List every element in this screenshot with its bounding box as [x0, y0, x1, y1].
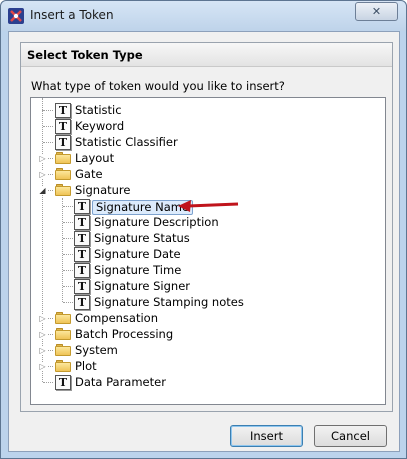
tree-child-item[interactable]: T Signature Signer [31, 279, 381, 295]
folder-icon [55, 151, 71, 166]
tree-item-label: Keyword [75, 119, 125, 133]
insert-button[interactable]: Insert [230, 425, 303, 447]
expand-arrow-icon[interactable]: ▷ [38, 362, 47, 371]
tree-item-label: Batch Processing [75, 327, 174, 341]
tree-item[interactable]: System [31, 343, 381, 359]
collapse-arrow-icon[interactable]: ◢ [38, 186, 47, 195]
close-icon: ✕ [371, 5, 382, 18]
dialog-body: Select Token Type What type of token wou… [8, 31, 400, 452]
folder-icon [55, 343, 71, 358]
tree-item-label: Compensation [75, 311, 158, 325]
folder-icon [55, 183, 71, 198]
token-icon: T [74, 199, 90, 214]
token-icon: T [74, 215, 90, 230]
tree-item[interactable]: Plot [31, 359, 381, 375]
tree-connector [62, 198, 63, 302]
tree-item-label: Plot [75, 359, 97, 373]
tree-child-item[interactable]: T Signature Time [31, 263, 381, 279]
tree-child-item[interactable]: T Signature Description [31, 215, 381, 231]
expand-arrow-icon[interactable]: ▷ [38, 154, 47, 163]
close-button[interactable]: ✕ [355, 2, 398, 21]
token-icon: T [55, 375, 71, 390]
tree-item[interactable]: T Keyword [31, 119, 381, 135]
cancel-button[interactable]: Cancel [314, 425, 387, 447]
folder-icon [55, 327, 71, 342]
tree-item-label: Statistic Classifier [75, 135, 178, 149]
token-tree[interactable]: T Statistic T Keyword T Statistic Classifier L… [30, 97, 386, 405]
token-icon: T [55, 103, 71, 118]
tree-item[interactable]: Signature [31, 183, 381, 199]
tree-item[interactable]: Gate [31, 167, 381, 183]
tree-item-label: Gate [75, 167, 103, 181]
tree-child-item[interactable]: T Signature Status [31, 231, 381, 247]
token-icon: T [74, 247, 90, 262]
tree-child-label: Signature Date [94, 247, 181, 261]
token-icon: T [74, 231, 90, 246]
tree-item-label: Statistic [75, 103, 122, 117]
token-icon: T [55, 119, 71, 134]
tree-child-item[interactable]: T Signature Stamping notes [31, 295, 381, 311]
tree-item[interactable]: T Data Parameter [31, 375, 381, 391]
tree-item-label: System [75, 343, 118, 357]
tree-item[interactable]: Compensation [31, 311, 381, 327]
folder-icon [55, 311, 71, 326]
folder-icon [55, 359, 71, 374]
token-icon: T [74, 279, 90, 294]
tree-item-label: Data Parameter [75, 375, 166, 389]
tree-item[interactable]: Layout [31, 151, 381, 167]
tree-child-label: Signature Status [94, 231, 190, 245]
tree-item-label: Signature [75, 183, 131, 197]
tree-child-label: Signature Description [94, 215, 219, 229]
tree-child-item[interactable]: T Signature Date [31, 247, 381, 263]
tree-child-label: Signature Signer [94, 279, 191, 293]
expand-arrow-icon[interactable]: ▷ [38, 170, 47, 179]
token-icon: T [74, 263, 90, 278]
title-bar[interactable]: Insert a Token ✕ [1, 1, 406, 31]
expand-arrow-icon[interactable]: ▷ [38, 346, 47, 355]
expand-arrow-icon[interactable]: ▷ [38, 330, 47, 339]
window-title: Insert a Token [30, 8, 114, 22]
tree-child-label: Signature Stamping notes [94, 295, 244, 309]
tree-item-label: Layout [75, 151, 115, 165]
app-logo-icon [8, 8, 24, 24]
annotation-arrow-icon [178, 200, 239, 212]
dialog-window: Insert a Token ✕ Select Token Type What … [0, 0, 407, 459]
expand-arrow-icon[interactable]: ▷ [38, 314, 47, 323]
question-label: What type of token would you like to ins… [31, 79, 285, 93]
tree-child-label: Signature Time [94, 263, 182, 277]
tree-item[interactable]: T Statistic Classifier [31, 135, 381, 151]
token-icon: T [55, 135, 71, 150]
group-header: Select Token Type [21, 43, 392, 67]
folder-icon [55, 167, 71, 182]
tree-item[interactable]: Batch Processing [31, 327, 381, 343]
tree-item[interactable]: T Statistic [31, 103, 381, 119]
token-icon: T [74, 295, 90, 310]
select-token-group: Select Token Type What type of token wou… [20, 42, 393, 412]
